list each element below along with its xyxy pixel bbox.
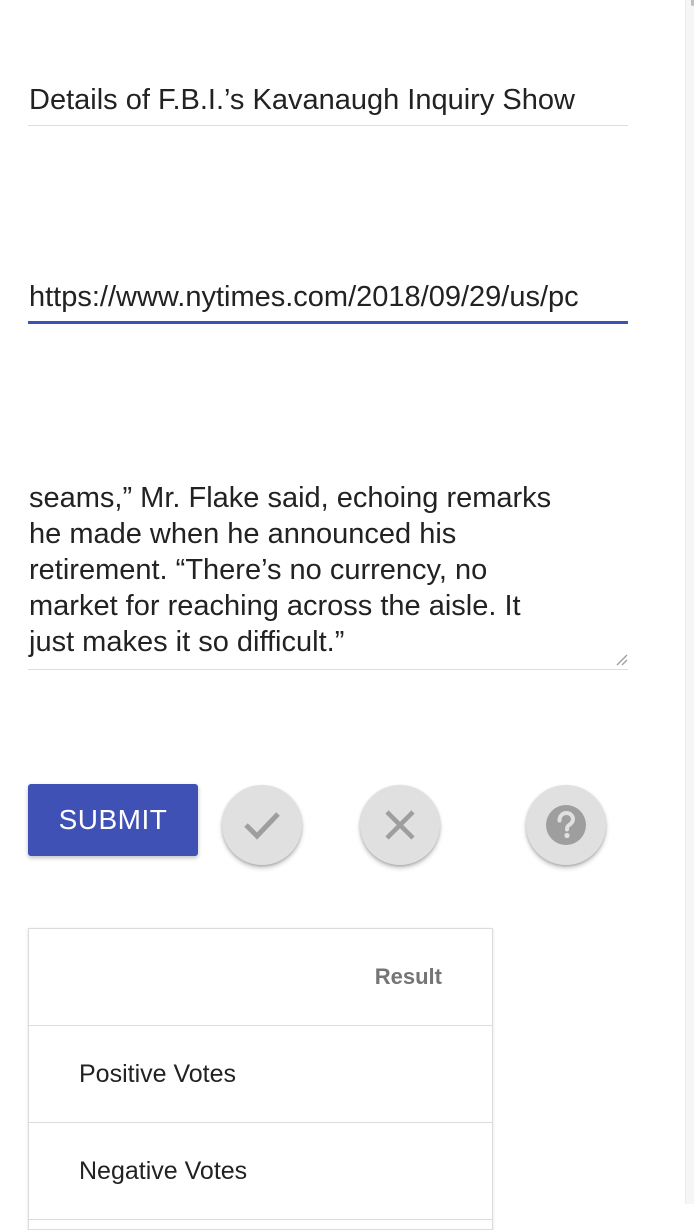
check-icon: [244, 812, 280, 840]
results-header: Result: [29, 929, 492, 1026]
body-line: just makes it so difficult.”: [29, 626, 345, 658]
result-column-header: Result: [374, 964, 442, 989]
title-field[interactable]: [28, 84, 628, 126]
body-text[interactable]: “ ‘ ’ ’ ’ ‘ ’ ’ ‘ ’ ‘ seams,” Mr. Flake …: [28, 466, 619, 660]
table-row-negative: Negative Votes: [29, 1123, 492, 1220]
body-line-partial: “ ‘ ’ ’ ’ ‘ ’ ’ ‘ ’ ‘: [29, 466, 619, 480]
table-row-positive: Positive Votes: [29, 1026, 492, 1123]
positive-votes-label: Positive Votes: [79, 1059, 237, 1088]
resize-handle-icon[interactable]: [614, 652, 628, 666]
submit-button[interactable]: SUBMIT: [28, 784, 198, 856]
url-input[interactable]: [28, 281, 628, 324]
body-textarea[interactable]: “ ‘ ’ ’ ’ ‘ ’ ’ ‘ ’ ‘ seams,” Mr. Flake …: [28, 466, 628, 670]
reject-button[interactable]: [360, 785, 440, 865]
body-line: retirement. “There’s no currency, no: [29, 554, 488, 586]
approve-button[interactable]: [222, 785, 302, 865]
help-button[interactable]: [526, 785, 606, 865]
negative-votes-label: Negative Votes: [79, 1156, 248, 1185]
close-icon: [385, 810, 415, 840]
url-field[interactable]: [28, 281, 628, 324]
help-icon: [546, 805, 586, 845]
page-scrollbar[interactable]: [685, 0, 694, 1204]
body-line: market for reaching across the aisle. It: [29, 590, 521, 622]
title-input[interactable]: [28, 84, 628, 126]
results-table: Result Positive Votes Negative Votes: [28, 928, 493, 1230]
body-line: seams,” Mr. Flake said, echoing remarks: [29, 482, 552, 514]
body-line: he made when he announced his: [29, 518, 457, 550]
